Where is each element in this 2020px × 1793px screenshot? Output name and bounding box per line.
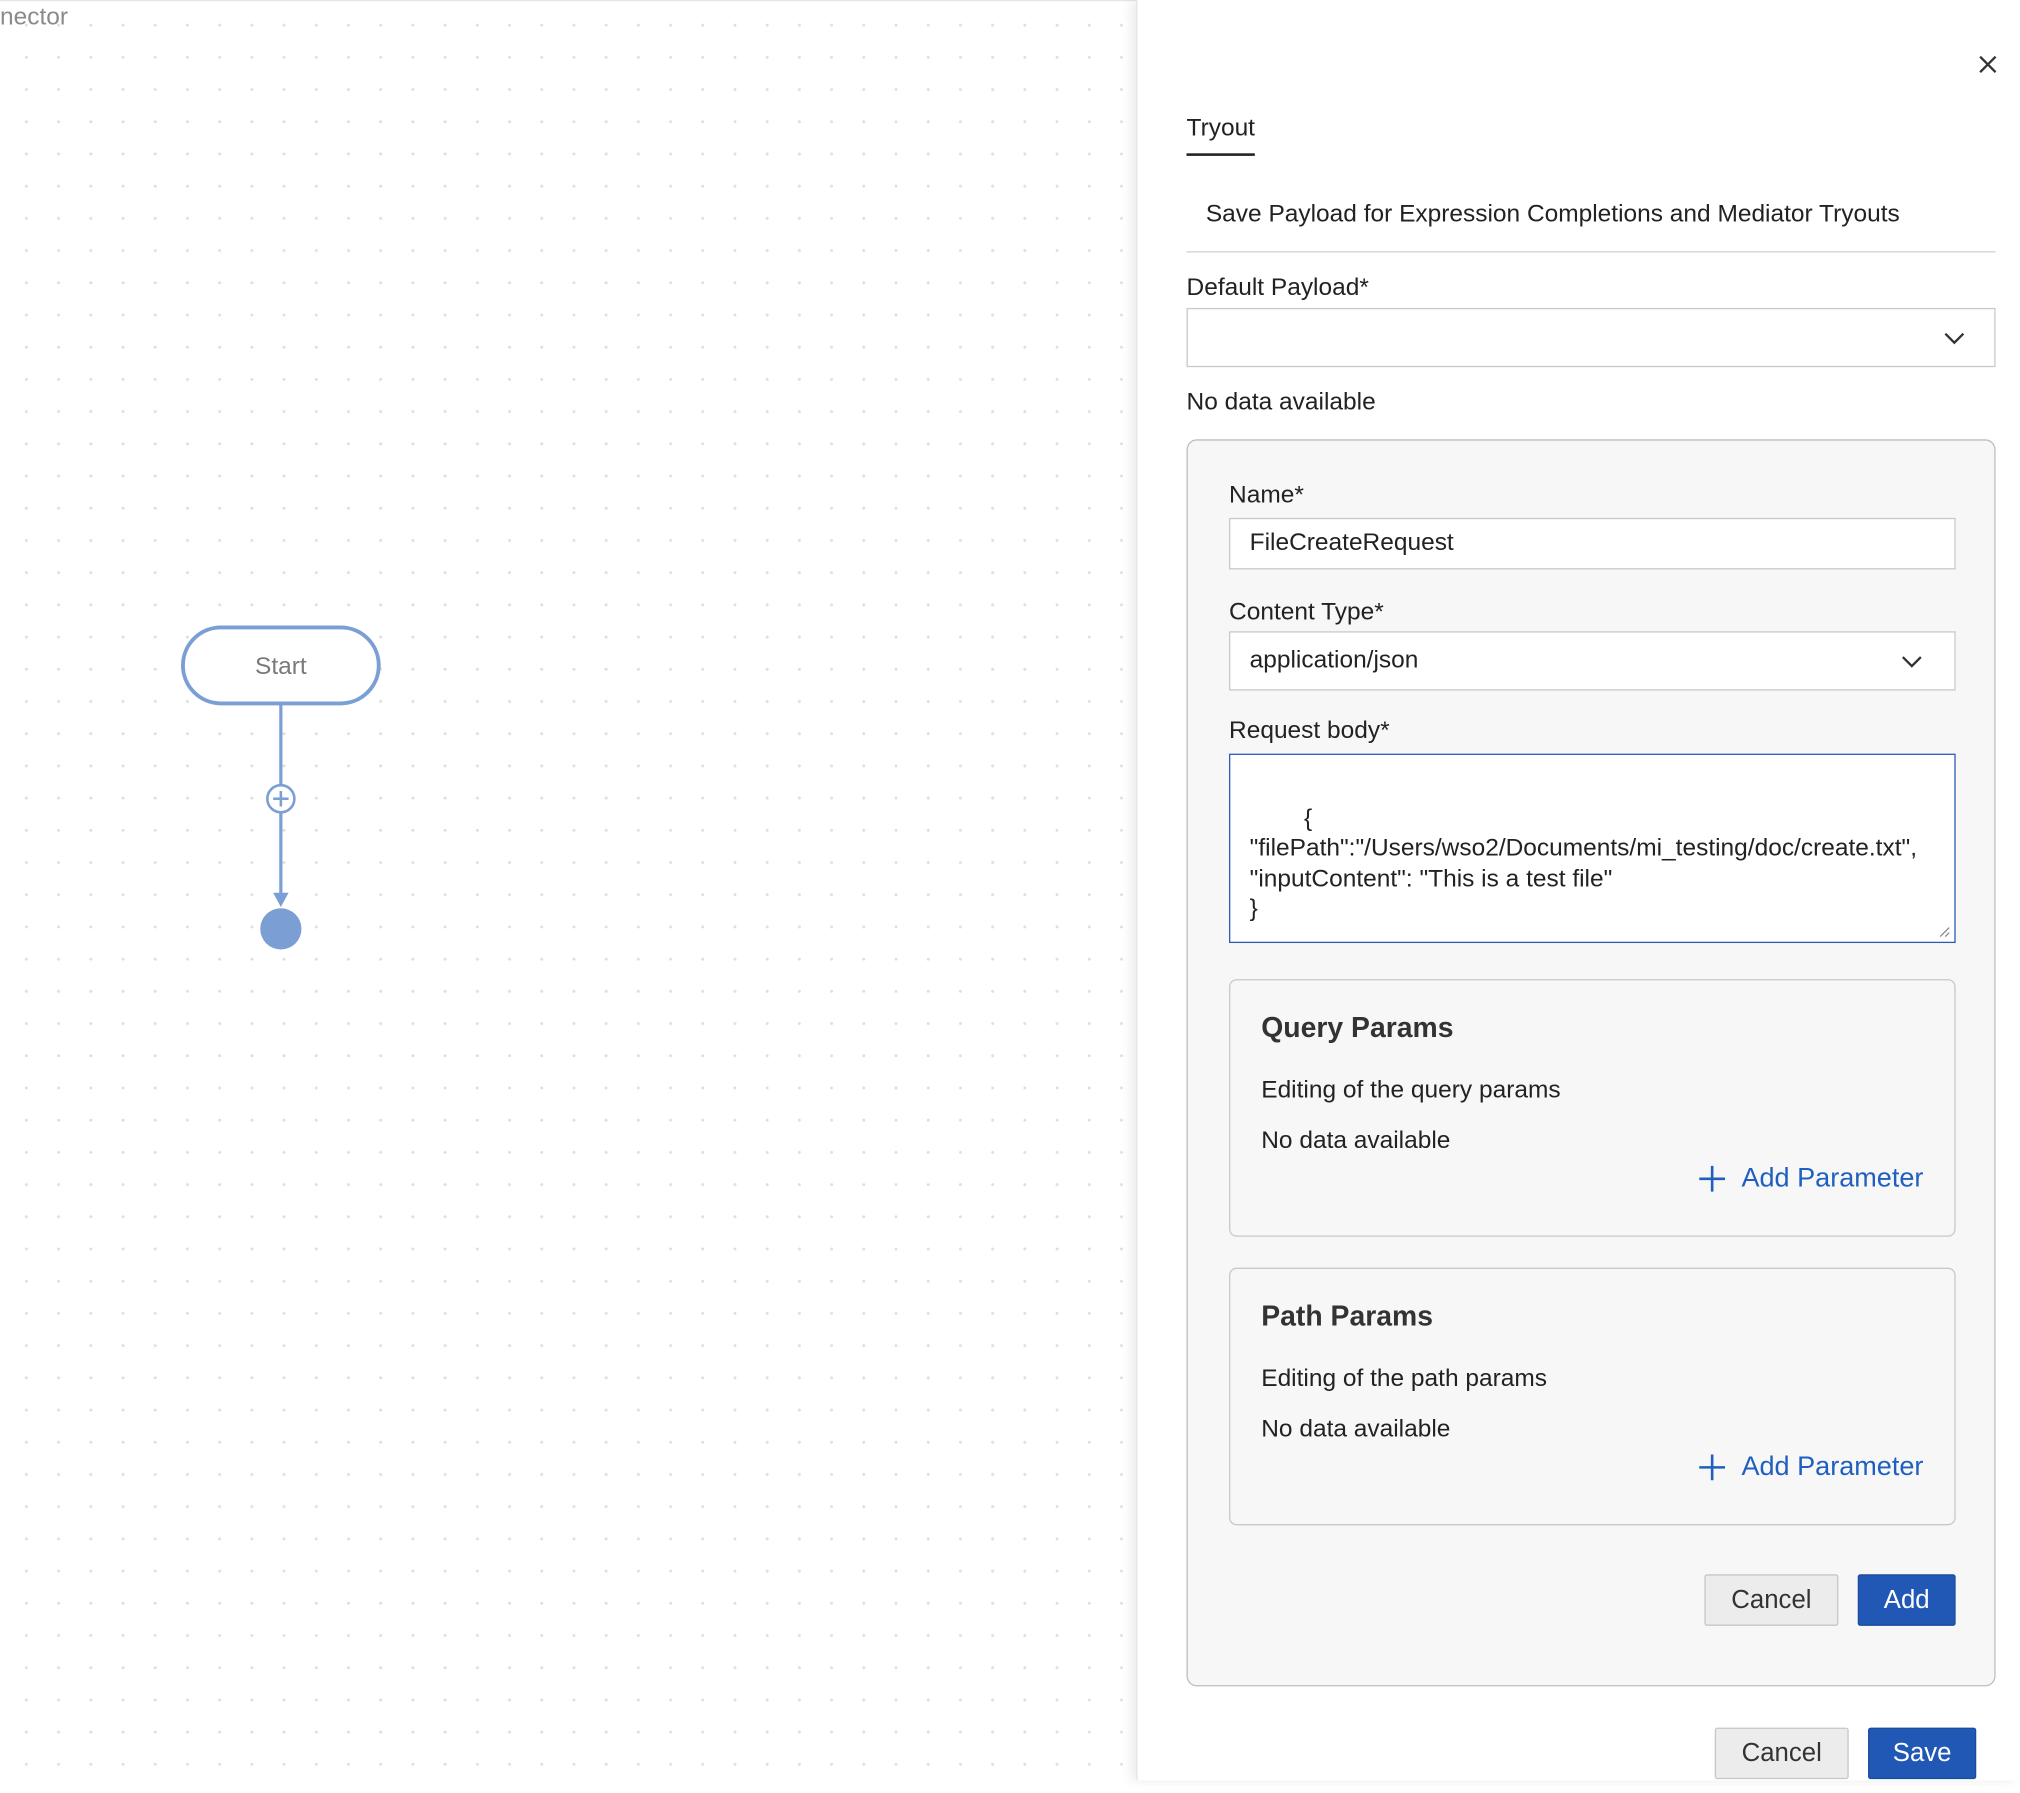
add-query-parameter-button[interactable]: Add Parameter <box>1698 1163 1924 1194</box>
add-path-parameter-button[interactable]: Add Parameter <box>1698 1451 1924 1483</box>
request-body-label: Request body* <box>1229 717 1390 745</box>
flow-arrow-head <box>273 892 289 907</box>
flow-diagram: Start <box>181 625 381 950</box>
name-input-value: FileCreateRequest <box>1249 529 1454 557</box>
resize-handle-icon[interactable] <box>1938 925 1951 938</box>
panel-save-button[interactable]: Save <box>1868 1727 1977 1780</box>
default-payload-label: Default Payload* <box>1186 274 1369 302</box>
default-payload-select[interactable] <box>1186 307 1996 368</box>
form-cancel-button[interactable]: Cancel <box>1704 1574 1839 1626</box>
content-type-label: Content Type* <box>1229 599 1384 627</box>
name-label: Name* <box>1229 481 1304 509</box>
start-node[interactable]: Start <box>181 625 381 706</box>
panel-cancel-button[interactable]: Cancel <box>1714 1727 1849 1780</box>
request-body-value: { "filePath":"/Users/wso2/Documents/mi_t… <box>1249 804 1918 923</box>
form-add-button[interactable]: Add <box>1857 1574 1956 1626</box>
start-node-label: Start <box>255 653 307 680</box>
content-type-select[interactable]: application/json <box>1229 631 1956 691</box>
path-params-description: Editing of the path params <box>1261 1365 1548 1393</box>
close-icon[interactable] <box>1975 52 2001 78</box>
path-params-section: Path Params Editing of the path params N… <box>1229 1267 1956 1526</box>
chevron-down-icon <box>1901 656 1922 668</box>
end-node[interactable] <box>260 908 302 950</box>
panel-description: Save Payload for Expression Completions … <box>1186 188 1996 253</box>
add-path-parameter-label: Add Parameter <box>1741 1451 1924 1482</box>
name-input[interactable]: FileCreateRequest <box>1229 517 1956 570</box>
query-params-description: Editing of the query params <box>1261 1077 1561 1105</box>
default-payload-no-data: No data available <box>1186 389 1376 417</box>
content-type-value: application/json <box>1249 646 1419 674</box>
plus-icon <box>1698 1454 1725 1481</box>
add-query-parameter-label: Add Parameter <box>1741 1163 1924 1193</box>
plus-circle-icon[interactable] <box>266 783 296 814</box>
chevron-down-icon <box>1944 332 1965 345</box>
request-body-textarea[interactable]: { "filePath":"/Users/wso2/Documents/mi_t… <box>1229 753 1956 944</box>
path-params-title: Path Params <box>1261 1299 1433 1333</box>
tryout-side-panel: Tryout Save Payload for Expression Compl… <box>1136 0 2020 1781</box>
query-params-no-data: No data available <box>1261 1127 1451 1155</box>
plus-icon <box>1698 1165 1725 1192</box>
payload-form-card: Name* FileCreateRequest Content Type* ap… <box>1186 439 1996 1687</box>
path-params-no-data: No data available <box>1261 1415 1451 1443</box>
query-params-section: Query Params Editing of the query params… <box>1229 979 1956 1237</box>
tab-tryout[interactable]: Tryout <box>1186 115 1255 156</box>
diagram-canvas[interactable]: nector Start <box>0 0 1137 1793</box>
query-params-title: Query Params <box>1261 1011 1454 1044</box>
